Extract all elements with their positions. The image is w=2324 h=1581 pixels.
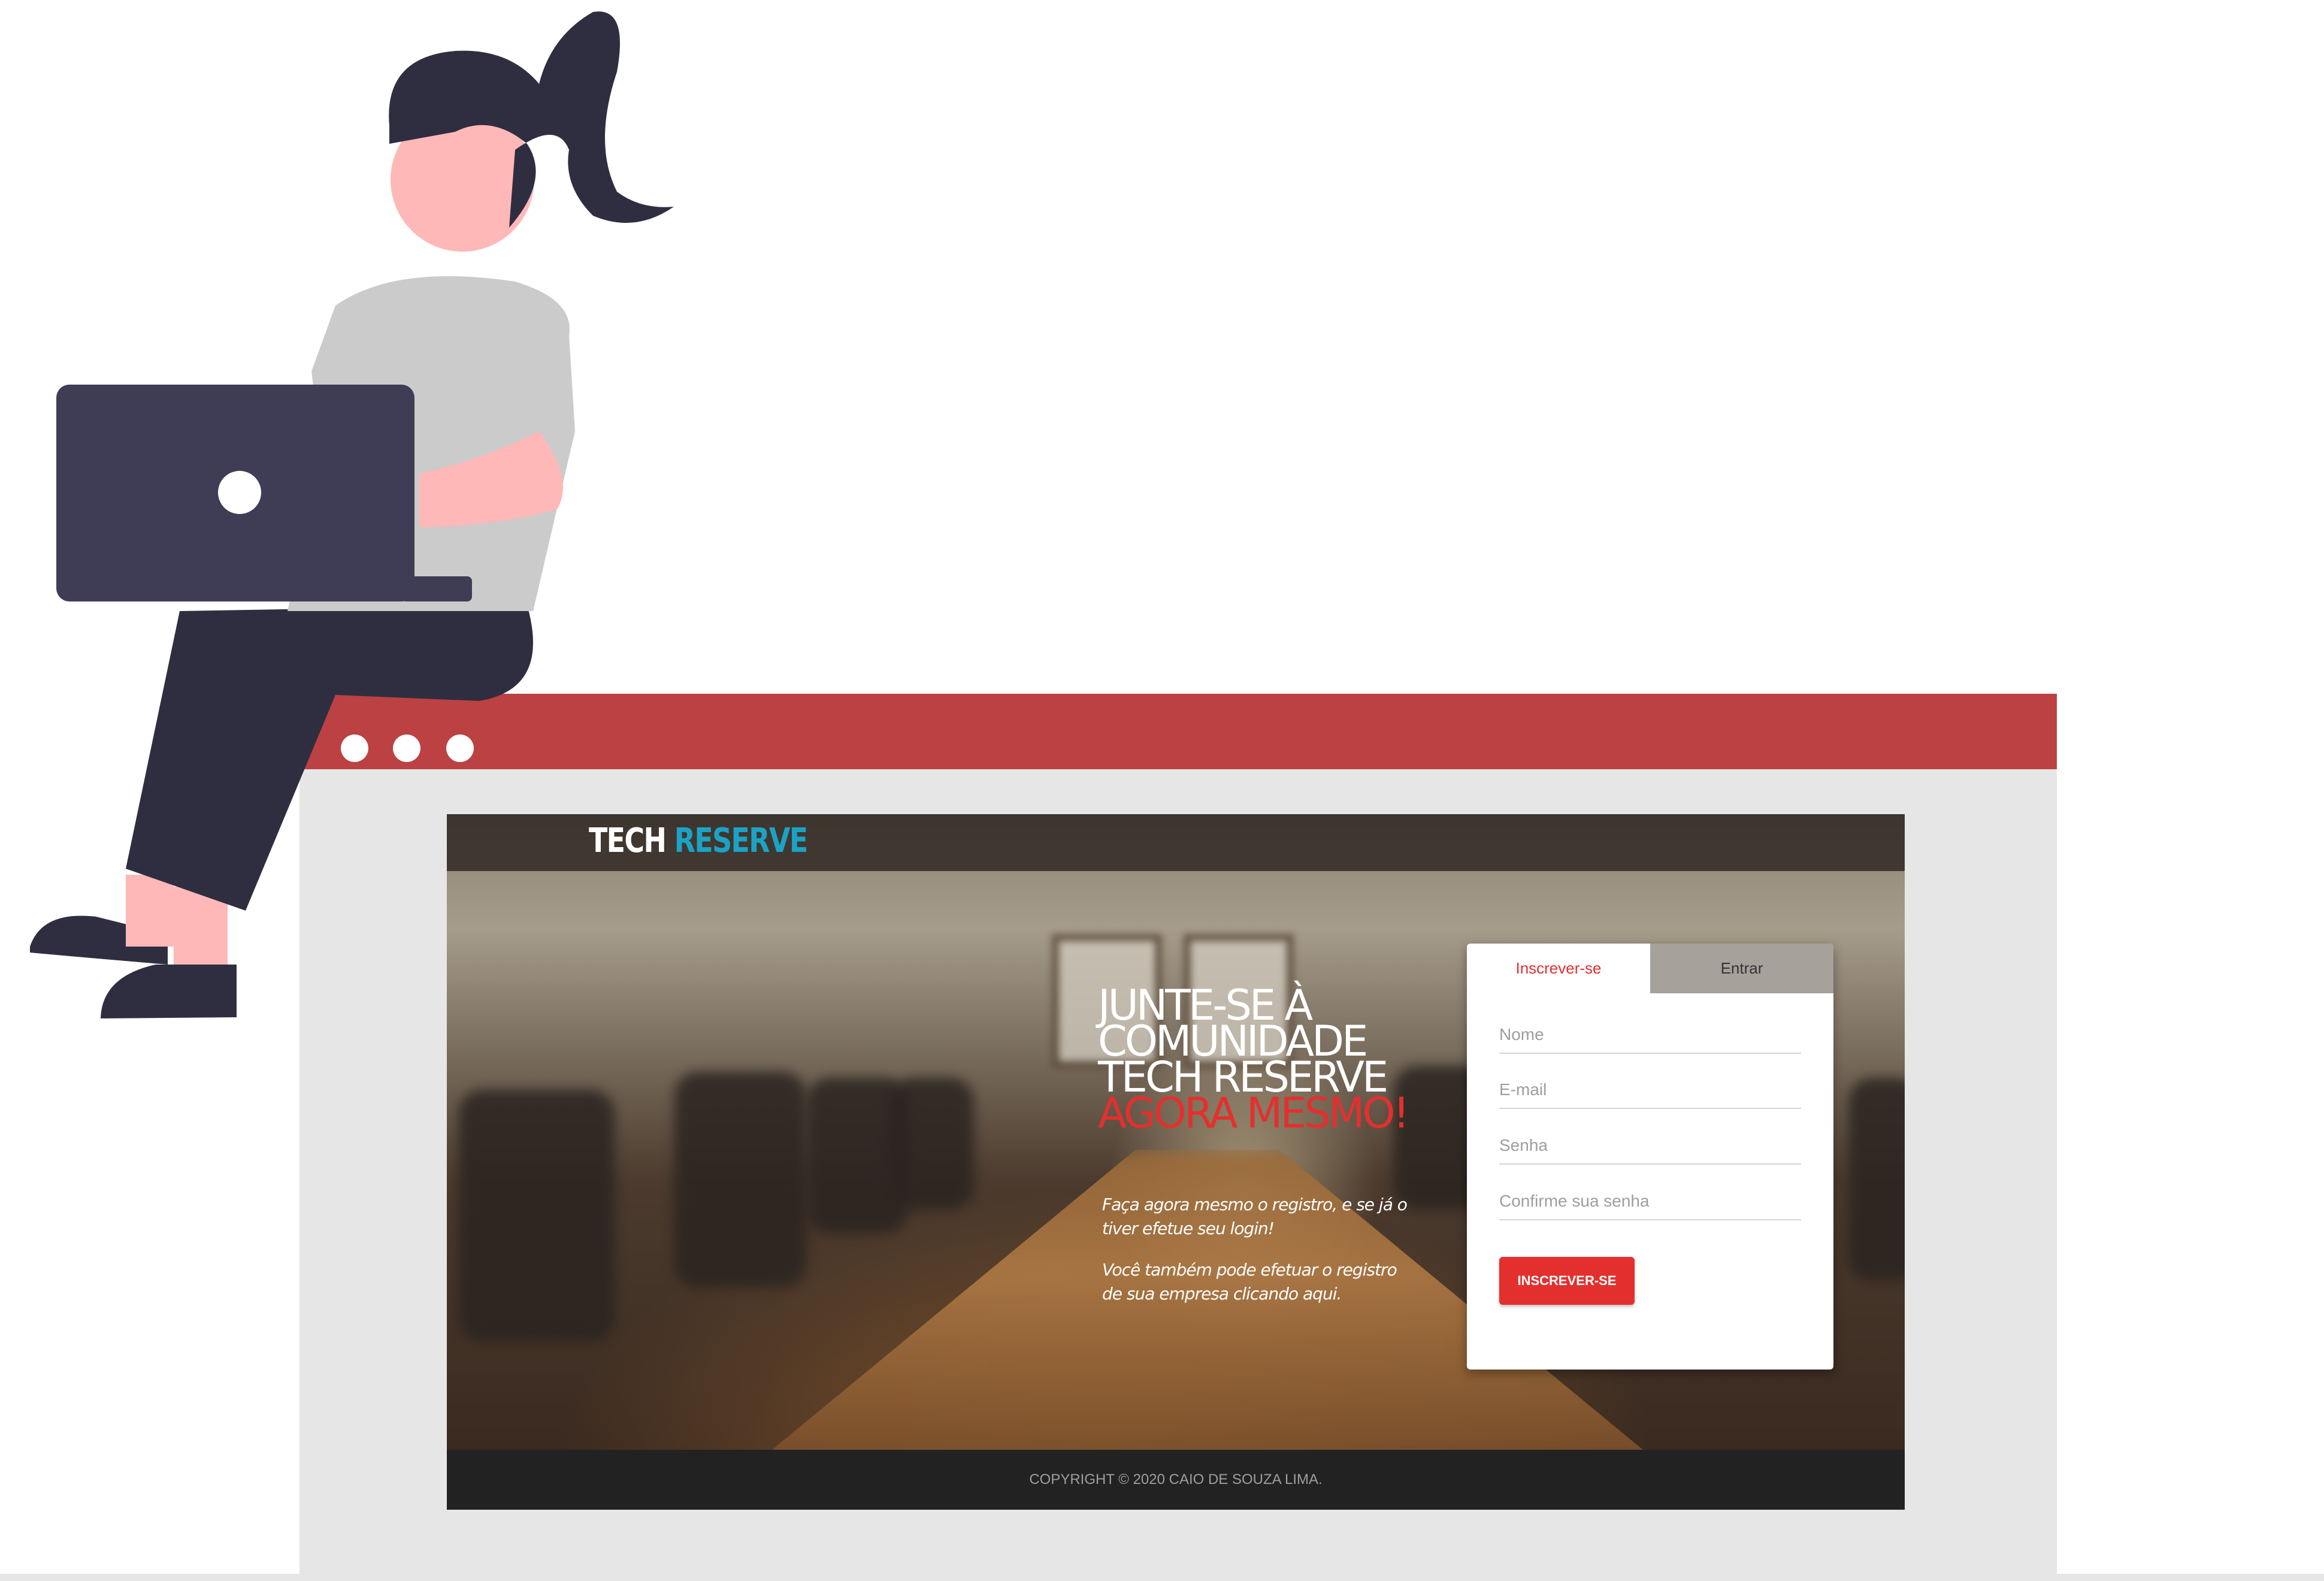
signup-submit-button[interactable]: INSCREVER-SE xyxy=(1499,1257,1635,1305)
headline-red: AGORA MESMO! xyxy=(1098,1089,1410,1138)
chair-shape xyxy=(890,1078,974,1210)
password-field[interactable] xyxy=(1499,1127,1801,1165)
hero-paragraph-company[interactable]: Você também pode efetuar o registro de s… xyxy=(1102,1258,1414,1306)
tab-signup[interactable]: Inscrever-se xyxy=(1467,944,1650,993)
signup-card: Inscrever-se Entrar INSCREVER-SE xyxy=(1467,944,1833,1370)
confirm-password-field[interactable] xyxy=(1499,1183,1801,1220)
chair-shape xyxy=(674,1072,806,1287)
headline-white: JUNTE-SE À COMUNIDADE TECH RESERVE xyxy=(1098,981,1388,1102)
hero-headline: JUNTE-SE À COMUNIDADE TECH RESERVE AGORA… xyxy=(1098,984,1421,1138)
tab-login[interactable]: Entrar xyxy=(1650,944,1833,993)
chair-shape xyxy=(1848,1078,1905,1281)
right-shoe xyxy=(101,965,237,1018)
laptop-base xyxy=(401,576,472,601)
hero-paragraph-login: Faça agora mesmo o registro, e se já o t… xyxy=(1102,1195,1408,1238)
woman-with-laptop-illustration xyxy=(30,11,674,1018)
left-ankle xyxy=(126,875,174,947)
laptop-logo-icon xyxy=(218,471,261,514)
site-footer: COPYRIGHT © 2020 CAIO DE SOUZA LIMA. xyxy=(447,1450,1905,1510)
copyright-text: COPYRIGHT © 2020 CAIO DE SOUZA LIMA. xyxy=(1029,1471,1323,1488)
pants xyxy=(126,605,533,911)
email-field[interactable] xyxy=(1499,1072,1801,1109)
chair-shape xyxy=(459,1090,615,1341)
name-field[interactable] xyxy=(1499,1017,1801,1054)
